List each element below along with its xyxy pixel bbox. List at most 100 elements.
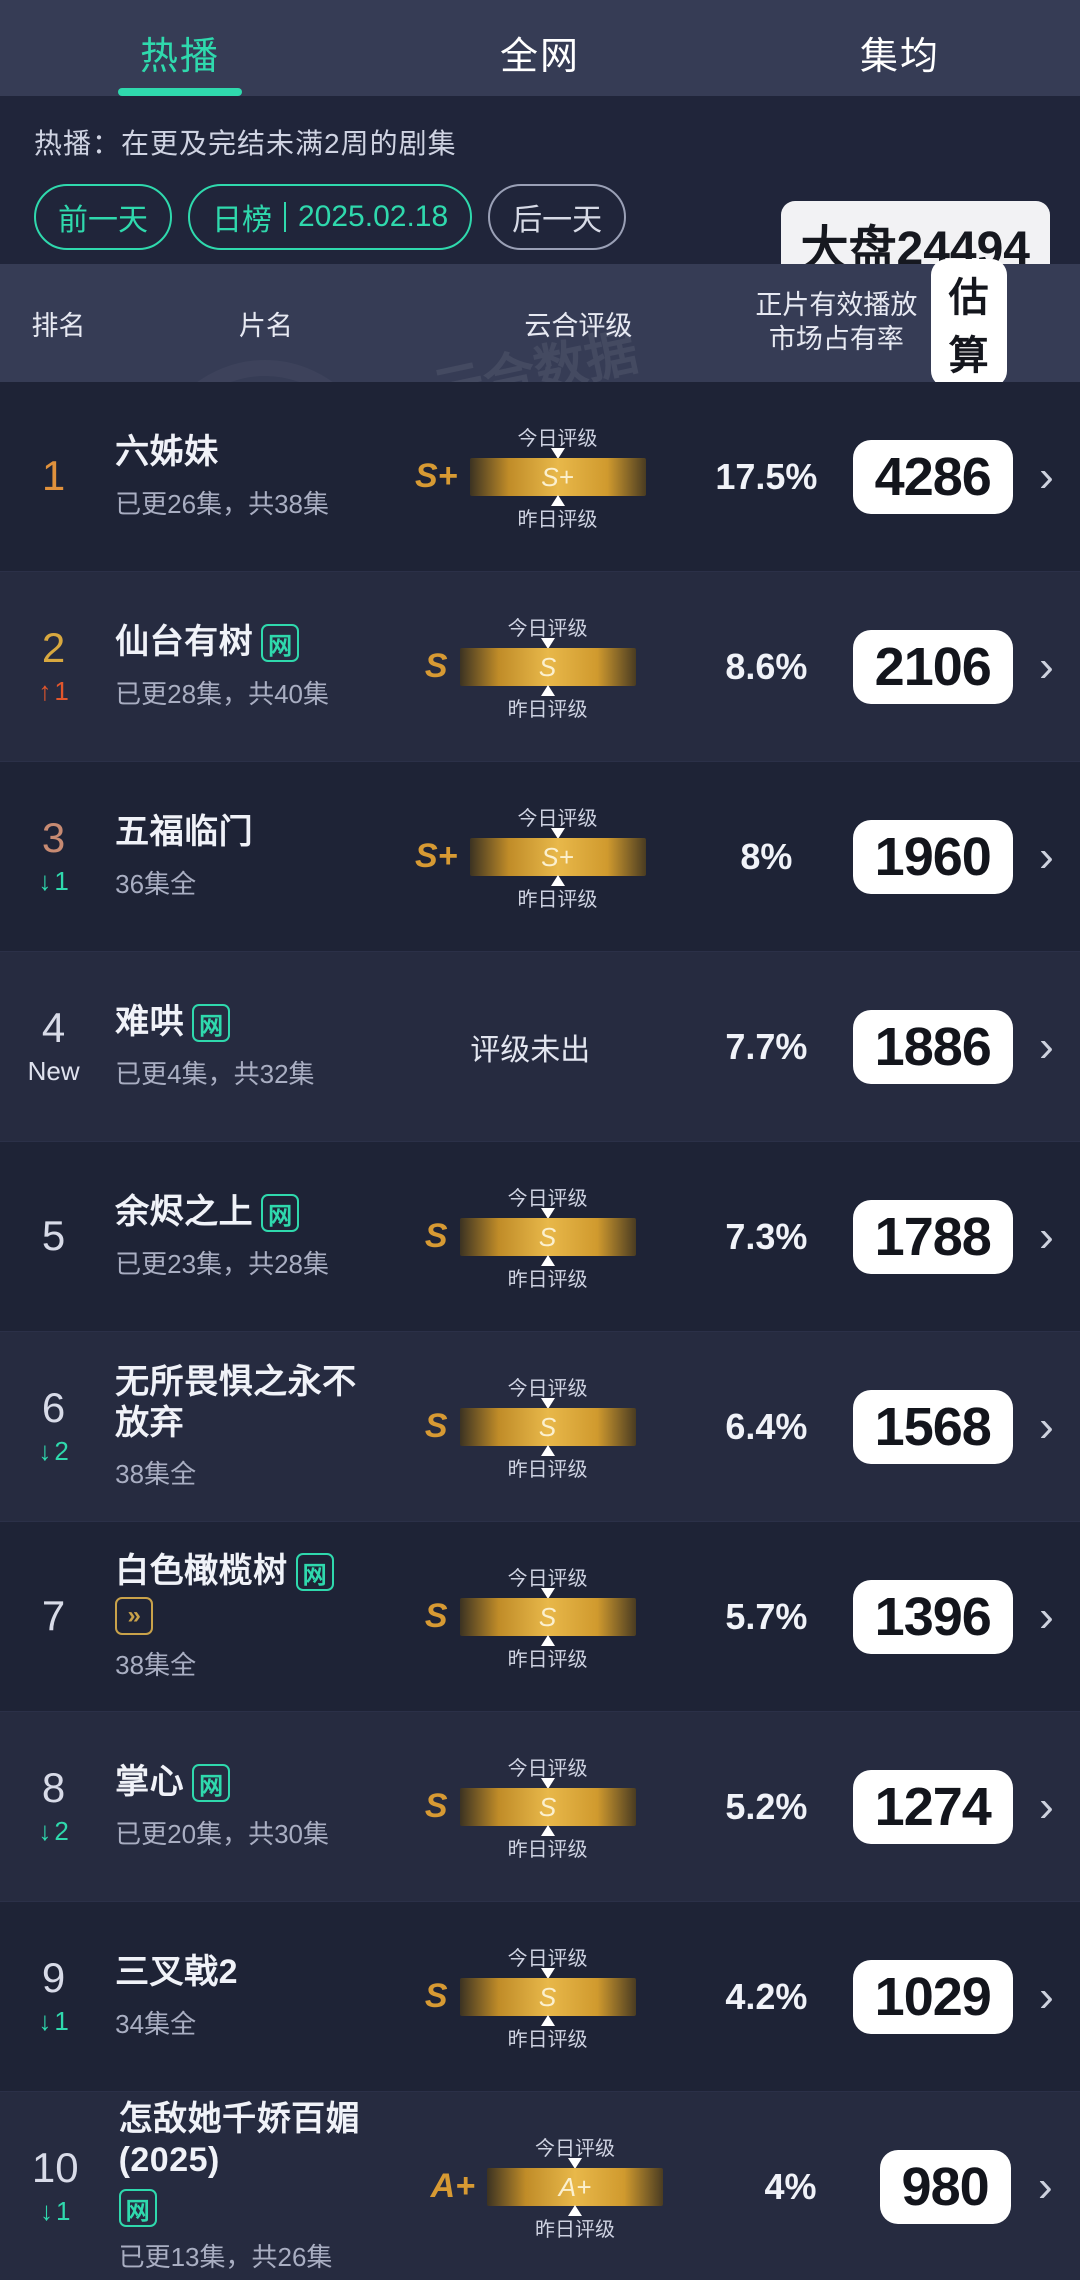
grade-gauge: 今日评级 S 昨日评级 bbox=[459, 1562, 636, 1672]
arrow-down-icon: ↓ bbox=[38, 2006, 52, 2037]
title-line: 五福临门 bbox=[115, 812, 380, 853]
grade-bar: S+ bbox=[469, 837, 646, 876]
table-row[interactable]: 1 六姊妹 已更26集，共38集 S+ 今日评级 S+ 昨日评级 17.5% 4286 › bbox=[0, 382, 1080, 572]
estimate-value: 1396 bbox=[852, 1579, 1013, 1654]
rank-cell: 2 ↑ 1 bbox=[0, 625, 107, 707]
chevron-right-icon[interactable]: › bbox=[1013, 1782, 1080, 1832]
table-row[interactable]: 8 ↓ 2 掌心网已更20集，共30集 S 今日评级 S 昨日评级 5.2% 1274 › bbox=[0, 1712, 1080, 1902]
grade-letter: A+ bbox=[430, 2167, 476, 2205]
rank-cell: 4 New bbox=[0, 1005, 107, 1087]
chevron-right-icon[interactable]: › bbox=[1013, 642, 1080, 692]
chevron-right-icon[interactable]: › bbox=[1011, 2162, 1080, 2212]
grade-letter: S bbox=[424, 1597, 448, 1635]
prev-day-button[interactable]: 前一天 bbox=[34, 184, 172, 250]
rank-new-label: New bbox=[27, 1056, 80, 1087]
date-selector[interactable]: 日榜 2025.02.18 bbox=[188, 184, 473, 250]
next-day-label: 后一天 bbox=[512, 204, 603, 237]
title-cell[interactable]: 余烬之上网已更23集，共28集 bbox=[107, 1192, 380, 1280]
title-cell[interactable]: 仙台有树网已更28集，共40集 bbox=[107, 622, 380, 710]
grade-bar: S bbox=[459, 1977, 636, 2016]
tab-allnet-label: 全网 bbox=[499, 36, 580, 78]
table-row[interactable]: 7 白色橄榄树网 » 38集全 S 今日评级 S 昨日评级 5.7% 1396 › bbox=[0, 1522, 1080, 1712]
tab-hot[interactable]: 热播 bbox=[0, 25, 360, 96]
title-cell[interactable]: 五福临门 36集全 bbox=[107, 812, 380, 900]
grade-bar-value: S bbox=[538, 1791, 557, 1822]
grade-today-marker-icon bbox=[540, 1777, 555, 1789]
title-cell[interactable]: 无所畏惧之永不放弃 38集全 bbox=[107, 1362, 380, 1492]
table-row[interactable]: 9 ↓ 1 三叉戟2 34集全 S 今日评级 S 昨日评级 4.2% 1029 › bbox=[0, 1902, 1080, 2092]
episode-info: 38集全 bbox=[115, 1459, 197, 1490]
estimate-value: 1029 bbox=[852, 1959, 1013, 2034]
grade-cell: A+ 今日评级 A+ 昨日评级 bbox=[392, 2132, 701, 2242]
rank-number: 1 bbox=[41, 452, 66, 500]
next-day-button[interactable]: 后一天 bbox=[488, 184, 627, 250]
grade-cell: S+ 今日评级 S+ 昨日评级 bbox=[380, 802, 680, 912]
chevron-right-icon[interactable]: › bbox=[1013, 452, 1080, 502]
title-cell[interactable]: 三叉戟2 34集全 bbox=[107, 1952, 380, 2040]
chevron-right-icon[interactable]: › bbox=[1013, 1022, 1080, 1072]
grade-today-marker-icon bbox=[540, 1207, 555, 1219]
rank-number: 10 bbox=[31, 2143, 79, 2191]
show-title: 仙台有树 bbox=[115, 623, 254, 662]
grade-today-marker-icon bbox=[540, 637, 555, 649]
rank-cell: 1 bbox=[0, 454, 107, 498]
grade-letter: S+ bbox=[414, 457, 458, 495]
title-cell[interactable]: 白色橄榄树网 » 38集全 bbox=[107, 1551, 380, 1681]
estimate-cell: 1568 bbox=[852, 1389, 1013, 1464]
grade-today-label: 今日评级 bbox=[507, 1757, 588, 1780]
table-row[interactable]: 10 ↓ 1 怎敌她千娇百媚(2025) 网已更13集，共26集 A+ 今日评级 A+ 昨日评级… bbox=[0, 2092, 1080, 2280]
show-title: 难哄 bbox=[115, 1003, 185, 1042]
estimate-cell: 1396 bbox=[852, 1579, 1013, 1654]
ranking-list[interactable]: 1 六姊妹 已更26集，共38集 S+ 今日评级 S+ 昨日评级 17.5% 4286 › 2 ↑ 1 仙… bbox=[0, 382, 1080, 2280]
rank-change-down: ↓ 2 bbox=[38, 1436, 68, 1467]
grade-today-marker-icon bbox=[550, 447, 565, 459]
estimate-value: 1788 bbox=[852, 1199, 1013, 1274]
title-cell[interactable]: 怎敌她千娇百媚(2025) 网已更13集，共26集 bbox=[111, 2099, 393, 2275]
grade-today-label: 今日评级 bbox=[507, 1947, 588, 1970]
grade-letter: S bbox=[424, 1217, 448, 1255]
grade-today-marker-icon bbox=[540, 1967, 555, 1979]
chevron-right-icon[interactable]: › bbox=[1013, 1972, 1080, 2022]
tab-average[interactable]: 集均 bbox=[720, 25, 1080, 96]
chevron-right-icon[interactable]: › bbox=[1013, 1592, 1080, 1642]
rank-number: 9 bbox=[41, 1953, 66, 2001]
grade-bar: S bbox=[459, 1217, 636, 1256]
rank-cell: 6 ↓ 2 bbox=[0, 1385, 107, 1467]
market-share-cell: 7.7% bbox=[725, 1025, 808, 1067]
episode-info: 已更28集，共40集 bbox=[115, 678, 330, 709]
table-row[interactable]: 5 余烬之上网已更23集，共28集 S 今日评级 S 昨日评级 7.3% 1788 › bbox=[0, 1142, 1080, 1332]
grade-bar-value: S bbox=[538, 1411, 557, 1442]
grade-yesterday-label: 昨日评级 bbox=[507, 1268, 588, 1291]
chevron-right-icon[interactable]: › bbox=[1013, 1402, 1080, 1452]
net-badge-icon: 网 bbox=[118, 2189, 157, 2228]
table-row[interactable]: 4 New 难哄网已更4集，共32集 评级未出 7.7% 1886 › bbox=[0, 952, 1080, 1142]
rank-number: 8 bbox=[41, 1763, 66, 1811]
title-cell[interactable]: 难哄网已更4集，共32集 bbox=[107, 1002, 380, 1090]
grade-bar: S bbox=[459, 647, 636, 686]
market-share-cell: 8.6% bbox=[725, 645, 808, 687]
tab-allnet[interactable]: 全网 bbox=[360, 25, 720, 96]
chevron-right-icon[interactable]: › bbox=[1013, 832, 1080, 882]
title-line: 白色橄榄树网 bbox=[115, 1551, 380, 1592]
grade-today-label: 今日评级 bbox=[517, 427, 598, 450]
show-title: 六姊妹 bbox=[115, 433, 219, 472]
table-row[interactable]: 3 ↓ 1 五福临门 36集全 S+ 今日评级 S+ 昨日评级 8% 1960 › bbox=[0, 762, 1080, 952]
column-header-share: 正片有效播放 市场占有率 bbox=[742, 289, 931, 357]
show-title: 五福临门 bbox=[115, 813, 254, 852]
arrow-down-icon: ↓ bbox=[38, 1436, 52, 1467]
grade-today-label: 今日评级 bbox=[517, 807, 598, 830]
grade-cell: S 今日评级 S 昨日评级 bbox=[380, 612, 680, 722]
table-row[interactable]: 6 ↓ 2 无所畏惧之永不放弃 38集全 S 今日评级 S 昨日评级 6.4% 1568 › bbox=[0, 1332, 1080, 1522]
rank-number: 7 bbox=[41, 1592, 66, 1640]
title-cell[interactable]: 六姊妹 已更26集，共38集 bbox=[107, 432, 380, 520]
estimate-value: 1886 bbox=[852, 1009, 1013, 1084]
chevron-right-icon[interactable]: › bbox=[1013, 1212, 1080, 1262]
column-header-grade: 云合评级 bbox=[524, 310, 633, 341]
estimate-cell: 4286 bbox=[852, 439, 1013, 514]
episode-info: 已更23集，共28集 bbox=[115, 1248, 330, 1279]
separator bbox=[284, 202, 286, 232]
title-cell[interactable]: 掌心网已更20集，共30集 bbox=[107, 1762, 380, 1850]
net-badge-icon: 网 bbox=[192, 1764, 231, 1802]
estimate-cell: 1960 bbox=[852, 819, 1013, 894]
table-row[interactable]: 2 ↑ 1 仙台有树网已更28集，共40集 S 今日评级 S 昨日评级 8.6% 2106 › bbox=[0, 572, 1080, 762]
